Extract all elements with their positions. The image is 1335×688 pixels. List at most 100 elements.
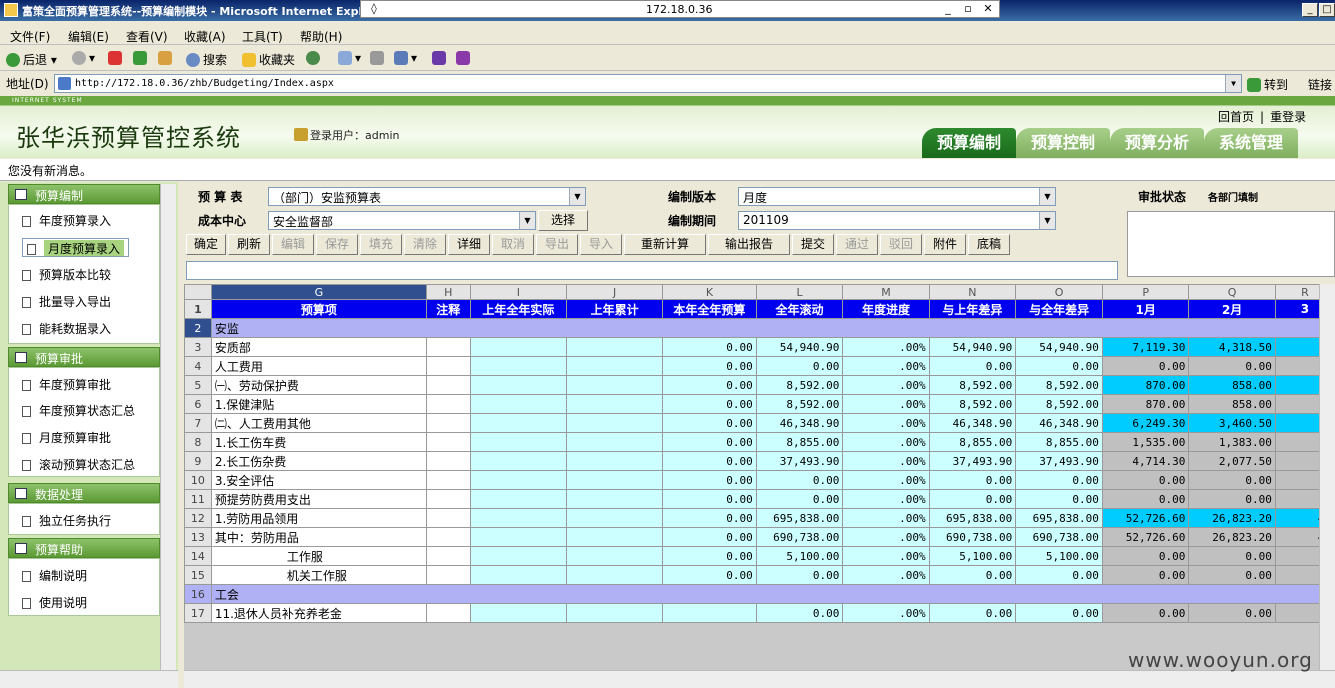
home-button[interactable] bbox=[158, 51, 175, 65]
column-letter[interactable]: H bbox=[425, 284, 471, 300]
prior-year-cumulative-cell[interactable] bbox=[566, 489, 664, 509]
annual-budget-cell[interactable]: 0.00 bbox=[662, 527, 757, 547]
annual-diff-cell[interactable]: 0.00 bbox=[1015, 470, 1103, 490]
search-button[interactable]: 搜索 bbox=[186, 51, 227, 68]
budget-item-label[interactable]: 工作服 bbox=[210, 546, 427, 566]
favorites-button[interactable]: 收藏夹 bbox=[242, 51, 295, 68]
budget-item-label[interactable]: 安质部 bbox=[210, 337, 427, 357]
table-row[interactable]: 13 其中：劳防用品 0.00 690,738.00.00% 690,738.00 690… bbox=[184, 527, 1335, 547]
annual-diff-cell[interactable]: 46,348.90 bbox=[1015, 413, 1103, 433]
prior-diff-cell[interactable]: 0.00 bbox=[928, 489, 1017, 509]
forward-button[interactable]: ▾ bbox=[72, 51, 95, 65]
refresh-button[interactable]: 刷新 bbox=[228, 234, 270, 255]
budget-item-label[interactable]: 预提劳防费用支出 bbox=[210, 489, 427, 509]
table-row[interactable]: 12 1.劳防用品领用 0.00 695,838.00.00% 695,838.00 69… bbox=[184, 508, 1335, 528]
row-number[interactable]: 14 bbox=[184, 546, 212, 566]
clear-button[interactable]: 清除 bbox=[404, 234, 446, 255]
prior-year-cumulative-cell[interactable] bbox=[566, 508, 664, 528]
table-row[interactable]: 8 1.长工伤车费 0.00 8,855.00.00% 8,855.00 8,855.00… bbox=[184, 432, 1335, 452]
month2-cell[interactable]: 0.00 bbox=[1188, 546, 1276, 566]
home-link[interactable]: 回首页 bbox=[1218, 110, 1254, 124]
month1-cell[interactable]: 52,726.60 bbox=[1101, 508, 1190, 528]
month2-cell[interactable]: 3,460.50 bbox=[1188, 413, 1276, 433]
annual-budget-cell[interactable]: 0.00 bbox=[662, 470, 757, 490]
budget-item-label[interactable]: 其中：劳防用品 bbox=[210, 527, 427, 547]
prior-diff-cell[interactable]: 46,348.90 bbox=[928, 413, 1017, 433]
prior-year-cumulative-cell[interactable] bbox=[566, 546, 664, 566]
column-letter[interactable]: N bbox=[928, 284, 1017, 300]
relogin-link[interactable]: 重登录 bbox=[1270, 110, 1306, 124]
row-number[interactable]: 8 bbox=[184, 432, 212, 452]
budget-item-label[interactable]: 11.退休人员补充养老金 bbox=[210, 603, 427, 623]
prior-year-cumulative-cell[interactable] bbox=[566, 470, 664, 490]
row-number[interactable]: 16 bbox=[184, 584, 212, 604]
sidebar-section-help[interactable]: 预算帮助 bbox=[8, 538, 160, 558]
budget-item-label[interactable]: 人工费用 bbox=[210, 356, 427, 376]
table-row[interactable]: 16 工会 bbox=[184, 584, 1335, 604]
row-number[interactable]: 15 bbox=[184, 565, 212, 585]
note-cell[interactable] bbox=[425, 413, 471, 433]
note-cell[interactable] bbox=[425, 603, 471, 623]
column-letter[interactable]: O bbox=[1015, 284, 1103, 300]
row-number[interactable]: 7 bbox=[184, 413, 212, 433]
month1-cell[interactable]: 1,535.00 bbox=[1101, 432, 1190, 452]
rolling-cell[interactable]: 54,940.90 bbox=[755, 337, 844, 357]
month2-cell[interactable]: 0.00 bbox=[1188, 470, 1276, 490]
table-row[interactable]: 7 ㈡、人工费用其他 0.00 46,348.90.00% 46,348.90 46,34… bbox=[184, 413, 1335, 433]
attach-button[interactable]: 附件 bbox=[924, 234, 966, 255]
note-cell[interactable] bbox=[425, 356, 471, 376]
prior-diff-cell[interactable]: 5,100.00 bbox=[928, 546, 1017, 566]
month2-cell[interactable]: 0.00 bbox=[1188, 565, 1276, 585]
rolling-cell[interactable]: 0.00 bbox=[755, 489, 844, 509]
annual-budget-cell[interactable]: 0.00 bbox=[662, 394, 757, 414]
budget-item-label[interactable]: 2.长工伤杂费 bbox=[210, 451, 427, 471]
progress-cell[interactable]: .00% bbox=[842, 565, 930, 585]
table-row[interactable]: 14 工作服 0.00 5,100.00.00% 5,100.00 5,100.00 0.0… bbox=[184, 546, 1335, 566]
sidebar-section-data[interactable]: 数据处理 bbox=[8, 483, 160, 503]
annual-diff-cell[interactable]: 8,592.00 bbox=[1015, 394, 1103, 414]
prior-year-actual-cell[interactable] bbox=[469, 546, 568, 566]
choose-button[interactable]: 选择 bbox=[538, 210, 588, 231]
menu-tools[interactable]: 工具(T) bbox=[242, 28, 283, 45]
rdp-minimize-icon[interactable]: _ bbox=[939, 2, 957, 16]
row-number[interactable]: 3 bbox=[184, 337, 212, 357]
month1-cell[interactable]: 6,249.30 bbox=[1101, 413, 1190, 433]
row-number[interactable]: 12 bbox=[184, 508, 212, 528]
progress-cell[interactable]: .00% bbox=[842, 603, 930, 623]
progress-cell[interactable]: .00% bbox=[842, 432, 930, 452]
rolling-cell[interactable]: 0.00 bbox=[755, 470, 844, 490]
stop-button[interactable] bbox=[108, 51, 125, 65]
annual-budget-cell[interactable]: 0.00 bbox=[662, 356, 757, 376]
column-letter[interactable]: L bbox=[755, 284, 844, 300]
onenote-button[interactable] bbox=[456, 51, 473, 65]
save-button[interactable]: 保存 bbox=[316, 234, 358, 255]
annual-budget-cell[interactable]: 0.00 bbox=[662, 451, 757, 471]
rolling-cell[interactable]: 0.00 bbox=[755, 565, 844, 585]
progress-cell[interactable]: .00% bbox=[842, 356, 930, 376]
prior-year-actual-cell[interactable] bbox=[469, 432, 568, 452]
progress-cell[interactable]: .00% bbox=[842, 394, 930, 414]
annual-diff-cell[interactable]: 0.00 bbox=[1015, 489, 1103, 509]
pass-button[interactable]: 通过 bbox=[836, 234, 878, 255]
annual-budget-cell[interactable]: 0.00 bbox=[662, 413, 757, 433]
prior-year-actual-cell[interactable] bbox=[469, 565, 568, 585]
note-cell[interactable] bbox=[425, 451, 471, 471]
month2-cell[interactable]: 0.00 bbox=[1188, 356, 1276, 376]
annual-diff-cell[interactable]: 37,493.90 bbox=[1015, 451, 1103, 471]
tab-system-management[interactable]: 系统管理 bbox=[1204, 128, 1298, 158]
prior-year-cumulative-cell[interactable] bbox=[566, 375, 664, 395]
rolling-cell[interactable]: 8,592.00 bbox=[755, 394, 844, 414]
table-row[interactable]: 5 ㈠、劳动保护费 0.00 8,592.00.00% 8,592.00 8,592.00… bbox=[184, 375, 1335, 395]
sidebar-item-annual-status[interactable]: 年度预算状态汇总 bbox=[22, 402, 135, 419]
menu-help[interactable]: 帮助(H) bbox=[300, 28, 342, 45]
annual-diff-cell[interactable]: 5,100.00 bbox=[1015, 546, 1103, 566]
table-row[interactable]: 17 11.退休人员补充养老金 0.00.00% 0.00 0.00 0.00 0.00 bbox=[184, 603, 1335, 623]
detail-button[interactable]: 详细 bbox=[448, 234, 490, 255]
rolling-cell[interactable]: 0.00 bbox=[755, 356, 844, 376]
sidebar-section-budget-edit[interactable]: 预算编制 bbox=[8, 184, 160, 204]
sidebar-item-batch-import[interactable]: 批量导入导出 bbox=[22, 293, 111, 310]
prior-diff-cell[interactable]: 695,838.00 bbox=[928, 508, 1017, 528]
annual-budget-cell[interactable]: 0.00 bbox=[662, 432, 757, 452]
cancel-button[interactable]: 取消 bbox=[492, 234, 534, 255]
progress-cell[interactable]: .00% bbox=[842, 489, 930, 509]
